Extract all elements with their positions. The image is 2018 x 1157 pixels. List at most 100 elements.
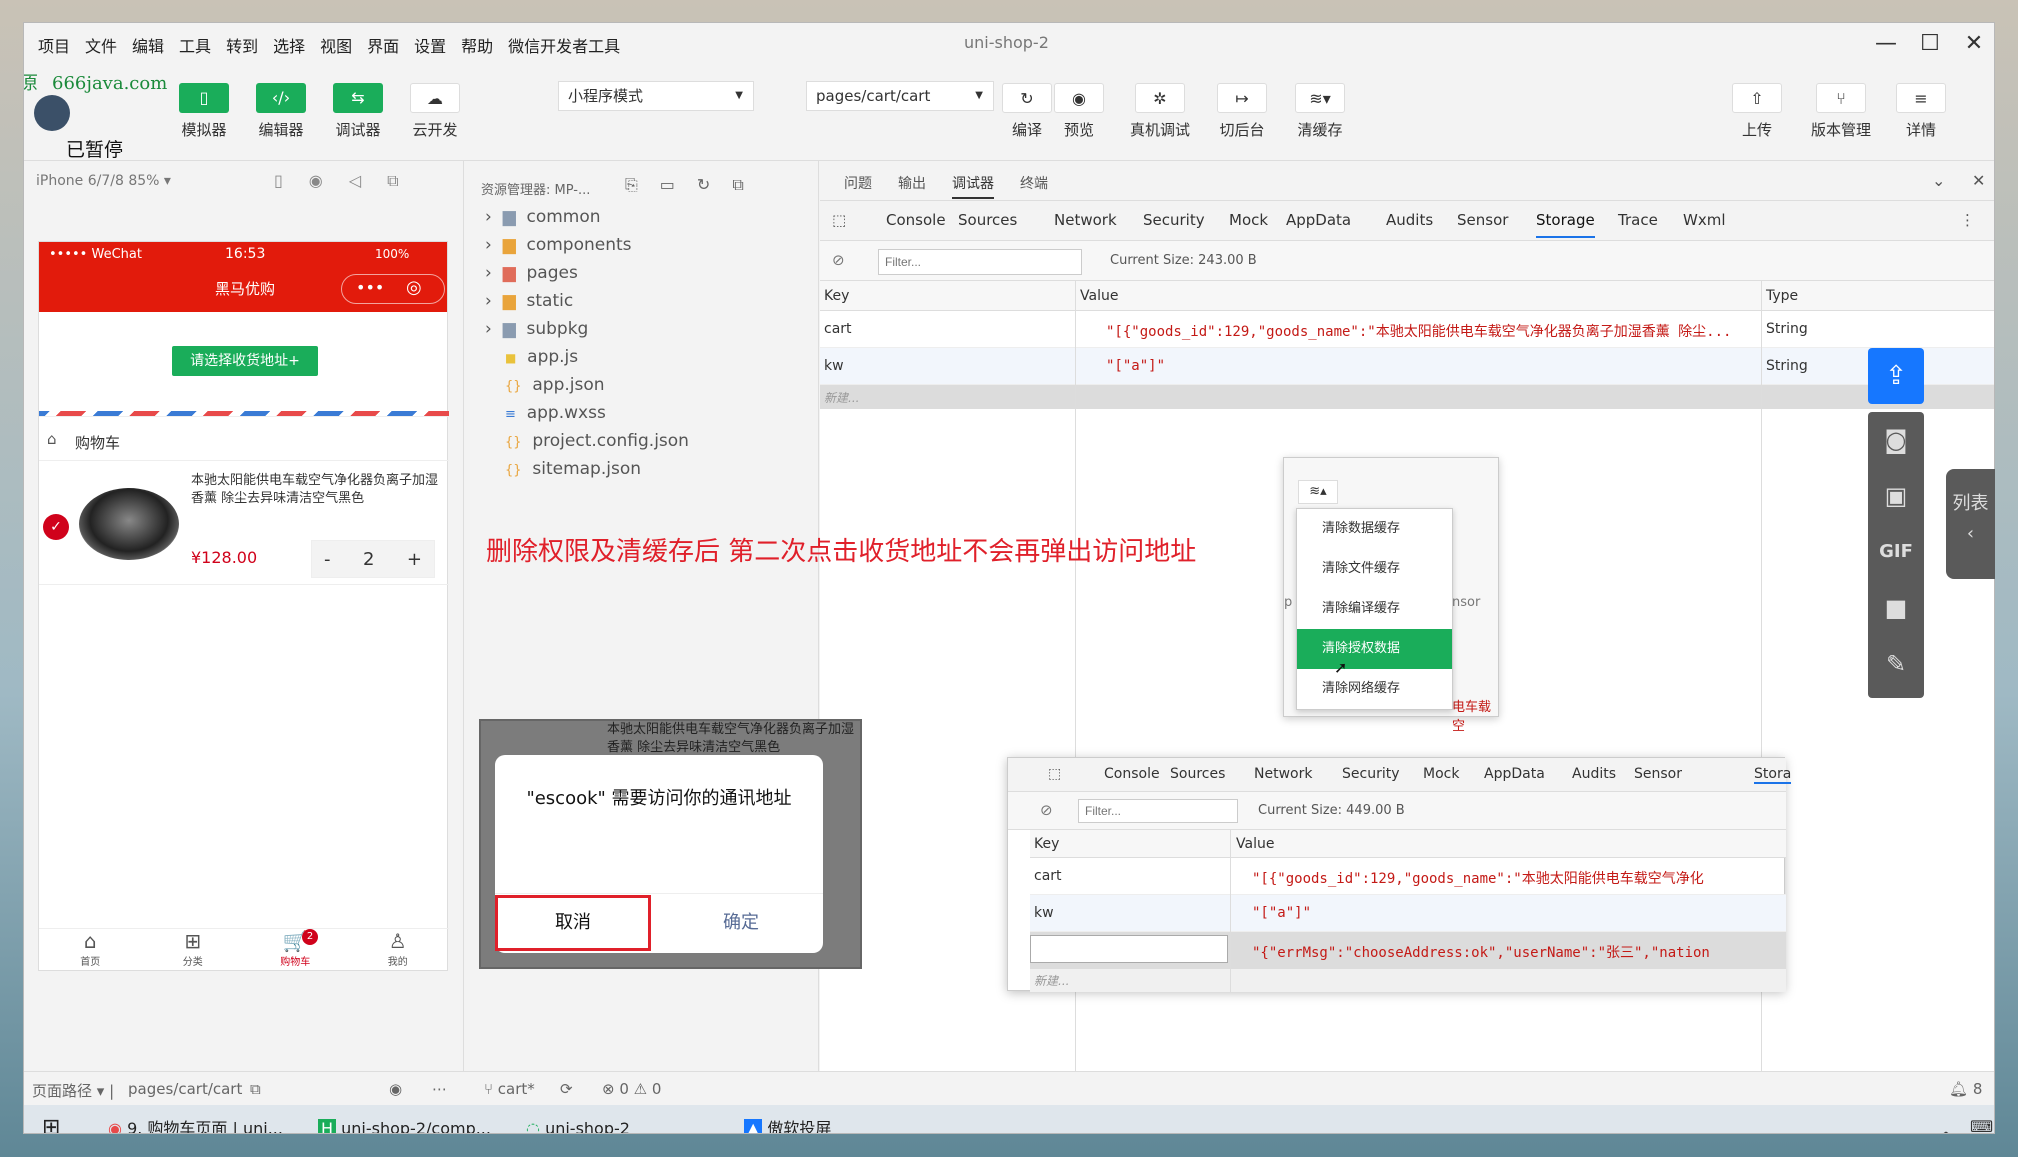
inspect-icon[interactable]: ⬚ [1048, 766, 1061, 782]
folder-pages[interactable]: › ▆ pages [485, 263, 578, 283]
collapse-icon[interactable]: ⌄ [1932, 171, 1945, 190]
upload-button[interactable]: ⇧ 上传 [1727, 83, 1787, 140]
check-icon[interactable]: ✓ [43, 514, 69, 540]
folder-static[interactable]: › ▆ static [485, 291, 573, 311]
filter-input[interactable] [1078, 799, 1238, 823]
menu-item[interactable]: 工具 [179, 33, 211, 57]
video-icon[interactable]: ■ [1868, 580, 1924, 636]
tab-home[interactable]: ⌂ 首页 [39, 929, 142, 972]
tab-storage[interactable]: Stora [1754, 766, 1792, 784]
taskbar-item-hbuilder[interactable]: H uni-shop-2/comp... [310, 1105, 510, 1133]
minus-button[interactable]: - [324, 549, 331, 570]
clear-cache-button[interactable]: ≋▾ 清缓存 [1290, 83, 1350, 140]
menu-clear-network[interactable]: 清除网络缓存 [1297, 669, 1452, 709]
gif-icon[interactable]: GIF [1868, 524, 1924, 580]
file-project-config[interactable]: {} project.config.json [505, 431, 689, 451]
clear-icon[interactable]: ⊘ [1040, 801, 1053, 819]
tab-security[interactable]: Security [1342, 766, 1400, 782]
close-circle-icon[interactable]: ◎ [406, 277, 422, 298]
cloud-button[interactable]: ☁ 云开发 [405, 83, 465, 140]
tab-appdata[interactable]: AppData [1484, 766, 1545, 782]
tab-audits[interactable]: Audits [1572, 766, 1616, 782]
clear-icon[interactable]: ⊘ [832, 251, 845, 269]
menu-clear-data[interactable]: 清除数据缓存 [1297, 509, 1452, 549]
tab-network[interactable]: Network [1254, 766, 1312, 782]
list-tab[interactable]: 列表 ‹ [1946, 469, 1995, 579]
tab-trace[interactable]: Trace [1618, 211, 1658, 229]
camera-icon[interactable]: ◙ [1868, 412, 1924, 468]
windows-start-icon[interactable]: ⊞ [42, 1115, 60, 1133]
preview-button[interactable]: ◉ 预览 [1049, 83, 1109, 140]
key-edit-input[interactable] [1030, 935, 1228, 963]
confirm-button[interactable]: 确定 [659, 895, 823, 951]
editor-button[interactable]: ‹/› 编辑器 [251, 83, 311, 140]
menu-item[interactable]: 微信开发者工具 [508, 33, 620, 57]
tab-output[interactable]: 输出 [898, 173, 926, 193]
device-select[interactable]: iPhone 6/7/8 85% ▾ [36, 173, 171, 189]
table-row[interactable]: cart "[{"goods_id":129,"goods_name":"本驰太… [820, 311, 1994, 348]
path-label[interactable]: 页面路径 ▾ | [32, 1080, 114, 1101]
tab-console[interactable]: Console [1104, 766, 1160, 782]
copy-icon[interactable]: ⧉ [250, 1080, 261, 1098]
choose-address-button[interactable]: 请选择收货地址+ [172, 346, 318, 376]
file-app-wxss[interactable]: ≡ app.wxss [505, 403, 606, 423]
tab-mock[interactable]: Mock [1229, 211, 1268, 229]
close-icon[interactable]: ✕ [1952, 27, 1994, 61]
simulator-button[interactable]: ▯ 模拟器 [174, 83, 234, 140]
tab-storage[interactable]: Storage [1536, 211, 1595, 238]
avatar[interactable] [34, 95, 70, 131]
kebab-icon[interactable]: ⋮ [1960, 211, 1975, 229]
tab-security[interactable]: Security [1143, 211, 1205, 229]
explorer-tool-icons[interactable]: ⎘▭↻⧉ [625, 175, 766, 195]
file-sitemap[interactable]: {} sitemap.json [505, 459, 641, 479]
close-icon[interactable]: ✕ [1972, 171, 1985, 190]
taskbar-item-mirror[interactable]: ▲ 傲软投屏 [720, 1105, 930, 1133]
table-row[interactable]: kw "["a"]" [1030, 895, 1786, 932]
new-row[interactable]: 新建... [1030, 969, 1786, 992]
menu-clear-compile[interactable]: 清除编译缓存 [1297, 589, 1452, 629]
more-icon[interactable]: ⋯ [432, 1080, 447, 1098]
remote-debug-button[interactable]: ✲ 真机调试 [1125, 83, 1195, 140]
more-icon[interactable]: ••• [356, 278, 384, 297]
tab-problems[interactable]: 问题 [844, 173, 872, 193]
quantity-value[interactable]: 2 [363, 549, 374, 570]
taskbar-item-chrome[interactable]: ◉ 9. 购物车页面 | uni... [96, 1105, 306, 1133]
tab-sources[interactable]: Sources [958, 211, 1017, 229]
menu-item[interactable]: 帮助 [461, 33, 493, 57]
version-button[interactable]: ⑂ 版本管理 [1801, 83, 1881, 140]
menu-item[interactable]: 项目 [38, 33, 70, 57]
product-name[interactable]: 本驰太阳能供电车载空气净化器负离子加湿香薰 除尘去异味清洁空气黑色 [191, 472, 445, 508]
product-image[interactable] [79, 488, 179, 560]
tab-cart[interactable]: 🛒 购物车 2 [244, 929, 347, 972]
tab-terminal[interactable]: 终端 [1020, 173, 1048, 193]
file-app-js[interactable]: ■ app.js [505, 347, 578, 367]
menu-item[interactable]: 转到 [226, 33, 258, 57]
tab-sources[interactable]: Sources [1170, 766, 1225, 782]
menu-item[interactable]: 视图 [320, 33, 352, 57]
background-button[interactable]: ↦ 切后台 [1212, 83, 1272, 140]
menu-item[interactable]: 选择 [273, 33, 305, 57]
file-app-json[interactable]: {} app.json [505, 375, 605, 395]
cancel-button[interactable]: 取消 [495, 895, 651, 951]
layers-icon[interactable]: ≋▴ [1298, 480, 1338, 504]
filter-input[interactable] [878, 249, 1082, 275]
pen-icon[interactable]: ✎ [1868, 636, 1924, 692]
tab-debugger[interactable]: 调试器 [952, 173, 994, 199]
tab-mine[interactable]: ♙ 我的 [347, 929, 450, 972]
menu-item[interactable]: 文件 [85, 33, 117, 57]
compile-button[interactable]: ↻ 编译 [997, 83, 1057, 140]
plus-button[interactable]: + [407, 549, 422, 570]
tab-category[interactable]: ⊞ 分类 [142, 929, 245, 972]
debugger-button[interactable]: ⇆ 调试器 [328, 83, 388, 140]
tab-wxml[interactable]: Wxml [1683, 211, 1726, 229]
folder-components[interactable]: › ▆ components [485, 235, 632, 255]
taskbar-item-devtools[interactable]: ◌ uni-shop-2 [514, 1105, 714, 1133]
mode-select[interactable]: 小程序模式 ▼ [558, 81, 754, 111]
menu-item[interactable]: 设置 [414, 33, 446, 57]
problems-count[interactable]: ⊗ 0 ⚠ 0 [602, 1080, 661, 1098]
git-branch[interactable]: ⑂ cart* [484, 1080, 535, 1098]
tab-mock[interactable]: Mock [1423, 766, 1459, 782]
tab-appdata[interactable]: AppData [1286, 211, 1351, 229]
new-row[interactable]: 新建... [820, 385, 1994, 409]
sync-icon[interactable]: ⟳ [560, 1080, 573, 1098]
